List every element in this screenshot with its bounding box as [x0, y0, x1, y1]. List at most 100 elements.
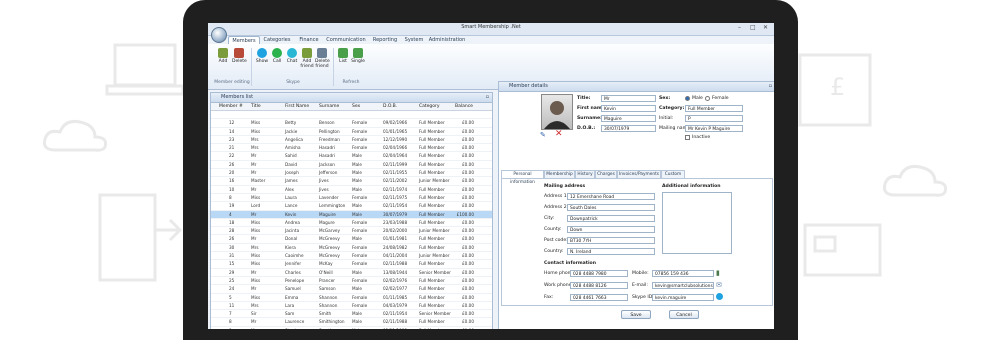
close-button[interactable]: ✕: [763, 24, 768, 31]
tab-reporting[interactable]: Reporting: [370, 36, 400, 44]
tab-finance[interactable]: Finance: [296, 36, 322, 44]
cell-first-name: Emma: [285, 294, 299, 300]
table-row[interactable]: 4 Mr Kevin Maguire Male 30/07/1979 Full Member…: [211, 210, 492, 219]
dob-field[interactable]: 30/07/1979: [601, 125, 656, 132]
skype-call-icon[interactable]: [716, 293, 723, 300]
skype-chat-button[interactable]: Chat: [285, 48, 299, 64]
save-button[interactable]: Save: [621, 310, 651, 319]
table-row[interactable]: 10 Mr Alex Jives Male 02/11/1974 Full Member £0…: [211, 186, 492, 194]
cell-title: Mr: [251, 319, 257, 325]
table-row[interactable]: 8 Miss Laura Lavender Female 02/11/1975 Full M…: [211, 194, 492, 203]
tab-system[interactable]: System: [402, 36, 426, 44]
table-row[interactable]: 28 Miss Jacinta McGarvey Female 20/02/2000 Jun…: [211, 227, 492, 236]
table-row[interactable]: 26 Mr David Jackson Male 02/11/1999 Full Membe…: [211, 161, 492, 170]
table-row[interactable]: 8 Mr Laurence Smithington Male 02/11/1988 Full…: [211, 318, 492, 327]
cell-first-name: Caoimhe: [285, 253, 304, 259]
home-phone-field[interactable]: 028 4488 7980: [570, 270, 628, 277]
cell-first-name: Lara: [285, 302, 295, 308]
cell-member-number: 7: [229, 311, 232, 317]
additional-info-field[interactable]: [662, 192, 732, 254]
delete-friend-button[interactable]: Delete friend: [315, 48, 330, 69]
skype-show-button[interactable]: Show: [255, 48, 269, 64]
edit-photo-icon[interactable]: ✎: [540, 131, 546, 139]
table-row[interactable]: 14 Miss Jackie Pellington Female 01/01/1965 Fu…: [211, 128, 492, 136]
sex-female-radio[interactable]: [705, 96, 710, 101]
tab-administration[interactable]: Administration: [428, 36, 466, 44]
table-row[interactable]: 5 Miss Emma Shannon Female 01/11/1985 Full Mem…: [211, 294, 492, 302]
tab-custom[interactable]: Custom: [661, 170, 685, 178]
refresh-list-button[interactable]: List: [336, 48, 350, 64]
col-first-name[interactable]: First Name: [285, 103, 309, 110]
tab-invoices-payments[interactable]: Invoices/Payments: [617, 170, 661, 178]
table-row[interactable]: 21 Mrs Amisha Hasadri Female 02/04/1966 Full M…: [211, 144, 492, 153]
table-row[interactable]: 19 Lord Lance Lemmington Male 02/11/1954 Full …: [211, 202, 492, 211]
table-row[interactable]: 7 Sir Sam Smith Male 02/11/1954 Senior Member £…: [211, 310, 492, 319]
sex-male-radio[interactable]: [685, 96, 690, 101]
col-member-number[interactable]: Member #: [219, 103, 243, 110]
delete-button[interactable]: Delete: [232, 48, 247, 64]
table-row[interactable]: 15 Miss Jennifer McKay Female 02/11/1988 Full …: [211, 260, 492, 269]
address-2-field[interactable]: South Dales: [567, 204, 655, 211]
tab-communication[interactable]: Communication: [325, 36, 367, 44]
tab-membership[interactable]: Membership: [544, 170, 575, 178]
cell-balance: £0.00: [462, 286, 474, 292]
table-row[interactable]: 24 Mr Samuel Samson Male 02/02/1977 Full Membe…: [211, 285, 492, 294]
col-category[interactable]: Category: [419, 103, 440, 110]
skype-id-field[interactable]: kevin.maguire: [652, 294, 714, 301]
table-row[interactable]: 20 Mr Joseph Jefferson Male 02/11/1955 Full Me…: [211, 169, 492, 178]
pin-icon[interactable]: ▫: [486, 93, 489, 102]
minimize-button[interactable]: –: [738, 24, 741, 31]
skype-call-button[interactable]: Call: [270, 48, 284, 64]
col-balance[interactable]: Balance: [455, 103, 473, 110]
address-1-field[interactable]: 12 Emershane Road: [567, 193, 655, 200]
category-select[interactable]: Full Member: [685, 105, 743, 112]
inactive-checkbox[interactable]: [685, 135, 690, 140]
work-phone-field[interactable]: 028 4488 8126: [570, 282, 628, 289]
tab-categories[interactable]: Categories: [261, 36, 293, 44]
maximize-button[interactable]: □: [750, 24, 756, 31]
cell-sex: Female: [352, 294, 368, 300]
mailing-name-field[interactable]: Mr Kevin P Maguire: [685, 125, 743, 132]
add-friend-button[interactable]: Add friend: [300, 48, 314, 69]
surname-field[interactable]: Maguire: [601, 115, 656, 122]
email-icon[interactable]: ✉: [716, 281, 722, 289]
table-row[interactable]: 12 Miss Betty Benson Female 09/02/1966 Full Me…: [211, 119, 492, 128]
tab-history[interactable]: History: [575, 170, 595, 178]
post-code-field[interactable]: BT30 7YH: [567, 237, 655, 244]
add-button[interactable]: Add: [216, 48, 230, 64]
mobile-phone-icon[interactable]: ▮: [716, 269, 720, 277]
cell-surname: Shannon: [319, 294, 338, 300]
remove-photo-icon[interactable]: ✕: [555, 129, 563, 139]
application-menu-button[interactable]: [211, 27, 227, 43]
table-row[interactable]: 30 Mrs Kiera McGreevy Female 24/08/1982 Full M…: [211, 244, 492, 253]
group-separator: [333, 48, 334, 86]
table-row[interactable]: 31 Miss Caoimhe McGreevy Female 04/11/2004 Jun…: [211, 252, 492, 261]
fax-field[interactable]: 028 4461 7663: [570, 294, 628, 301]
email-field[interactable]: kevin@smartclubsolutions.com: [652, 282, 714, 289]
col-sex[interactable]: Sex: [352, 103, 360, 110]
pin-icon[interactable]: ▫: [769, 82, 772, 91]
cell-surname: Jefferson: [319, 170, 338, 176]
col-surname[interactable]: Surname: [319, 103, 339, 110]
table-row[interactable]: 11 Mrs Lara Shannon Female 04/03/1979 Full Mem…: [211, 302, 492, 311]
city-field[interactable]: Downpatrick: [567, 215, 655, 222]
table-row[interactable]: 23 Mrs Angelica Freedman Female 12/12/1990 Ful…: [211, 136, 492, 145]
county-field[interactable]: Down: [567, 226, 655, 233]
table-row[interactable]: 16 Master James Jives Male 02/11/2002 Junior M…: [211, 177, 492, 186]
tab-charges[interactable]: Charges: [595, 170, 617, 178]
col-title[interactable]: Title: [251, 103, 261, 110]
initial-field[interactable]: P: [685, 115, 743, 122]
table-row[interactable]: 26 Mr Donal McGreevy Male 01/01/1981 Full Memb…: [211, 235, 492, 244]
title-select[interactable]: Mr: [601, 95, 656, 102]
first-name-field[interactable]: Kevin: [601, 105, 656, 112]
table-row[interactable]: 29 Mr Charles O'Neill Male 13/08/1944 Senior M…: [211, 269, 492, 277]
refresh-single-button[interactable]: Single: [351, 48, 365, 64]
table-row[interactable]: 22 Mr Sahid Hasadri Male 02/04/1964 Full Membe…: [211, 152, 492, 161]
country-field[interactable]: N. Ireland: [567, 248, 655, 255]
table-row[interactable]: 25 Miss Penelope Prancer Female 02/02/1976 Ful…: [211, 277, 492, 286]
tab-personal-information[interactable]: Personal information: [501, 170, 544, 185]
cancel-button[interactable]: Cancel: [669, 310, 699, 319]
col-dob[interactable]: D.O.B.: [383, 103, 397, 110]
table-row[interactable]: 18 Miss Andrea Magure Female 23/03/1988 Full M…: [211, 219, 492, 228]
mobile-field[interactable]: 07856 159 436: [652, 270, 714, 277]
